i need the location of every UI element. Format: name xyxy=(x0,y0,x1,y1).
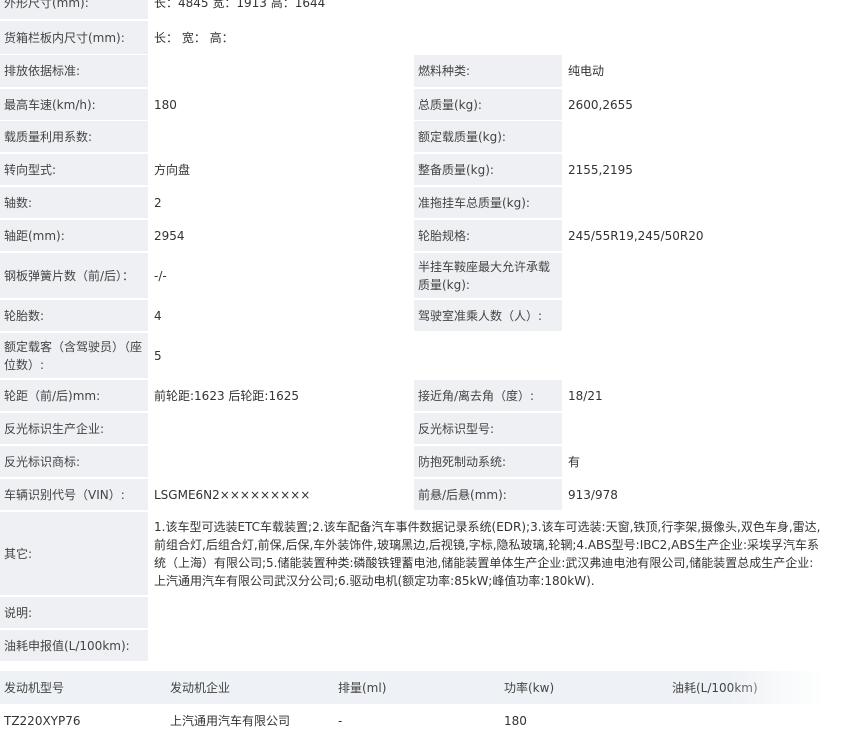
spec-label: 货箱栏板内尺寸(mm): xyxy=(0,21,148,54)
vehicle-spec-sheet: 外形尺寸(mm): 长：4845 宽：1913 高：1644 货箱栏板内尺寸(mm)… xyxy=(0,0,847,736)
spec-row: 轮距（前/后)mm: 前轮距:1623 后轮距:1625 接近角/离去角（度）: 18… xyxy=(0,380,847,413)
engine-cell: - xyxy=(334,705,500,736)
spec-value-2: 纯电动 xyxy=(562,55,847,87)
spec-label-2: 轮胎规格: xyxy=(414,220,562,251)
spec-row: 反光标识商标: 防抱死制动系统: 有 xyxy=(0,446,847,479)
spec-value: 1.该车型可选装ETC车载装置;2.该车配备汽车事件数据记录系统(EDR);3.… xyxy=(148,512,829,595)
spec-label: 载质量利用系数: xyxy=(0,121,148,152)
spec-value: 长： 宽： 高： xyxy=(148,21,829,54)
spec-value: 2 xyxy=(148,187,414,218)
spec-label: 反光标识商标: xyxy=(0,446,148,477)
spec-value-2: 2155,2195 xyxy=(562,154,847,185)
spec-label: 轴数: xyxy=(0,187,148,218)
spec-label-2: 整备质量(kg): xyxy=(414,154,562,185)
spec-value: 前轮距:1623 后轮距:1625 xyxy=(148,380,414,411)
spec-label: 车辆识别代号（VIN）: xyxy=(0,479,148,510)
spec-row: 钢板弹簧片数（前/后）： -/- 半挂车鞍座最大允许承载质量(kg): xyxy=(0,253,847,300)
spec-row: 货箱栏板内尺寸(mm): 长： 宽： 高： xyxy=(0,21,847,56)
spec-label-2: 防抱死制动系统: xyxy=(414,446,562,477)
spec-value xyxy=(148,121,414,152)
spec-label: 排放依据标准: xyxy=(0,55,148,87)
spec-label: 钢板弹簧片数（前/后）： xyxy=(0,253,148,298)
spec-value-2 xyxy=(562,253,847,298)
spec-value: LSGME6N2××××××××× xyxy=(148,479,414,510)
spec-value xyxy=(148,413,414,444)
spec-value: 方向盘 xyxy=(148,154,414,185)
spec-row: 最高车速(km/h): 180 总质量(kg): 2600,2655 xyxy=(0,89,847,122)
engine-header-cell: 发动机企业 xyxy=(170,680,231,695)
spec-label: 轮距（前/后)mm: xyxy=(0,380,148,411)
spec-value-2: 2600,2655 xyxy=(562,89,847,120)
spec-row: 轮胎数: 4 驾驶室准乘人数（人）: xyxy=(0,300,847,333)
spec-row: 轴距(mm): 2954 轮胎规格: 245/55R19,245/50R20 xyxy=(0,220,847,253)
spec-value: 长：4845 宽：1913 高：1644 xyxy=(148,0,829,19)
spec-label: 反光标识生产企业: xyxy=(0,413,148,444)
spec-label: 转向型式: xyxy=(0,154,148,185)
spec-value-2 xyxy=(562,121,847,152)
spec-value-2: 有 xyxy=(562,446,847,477)
spec-label-2: 总质量(kg): xyxy=(414,89,562,120)
spec-value-2 xyxy=(562,413,847,444)
spec-label: 轮胎数: xyxy=(0,300,148,331)
spec-row: 说明: xyxy=(0,597,847,630)
spec-value: 180 xyxy=(148,89,414,120)
engine-table-header: 发动机型号 发动机企业 排量(ml) 功率(kw) 油耗(L/100km) xyxy=(0,671,847,704)
engine-header-cell: 功率(kw) xyxy=(504,680,555,695)
spec-row: 反光标识生产企业: 反光标识型号: xyxy=(0,413,847,446)
spec-label: 额定载客（含驾驶员）（座位数）: xyxy=(0,333,148,378)
spec-row: 外形尺寸(mm): 长：4845 宽：1913 高：1644 xyxy=(0,0,847,21)
spec-value: 2954 xyxy=(148,220,414,251)
spec-value: 4 xyxy=(148,300,414,331)
spec-value-2 xyxy=(562,187,847,218)
spec-label: 说明: xyxy=(0,597,148,628)
spec-label-2: 半挂车鞍座最大允许承载质量(kg): xyxy=(414,253,562,298)
engine-cell: TZ220XYP76 xyxy=(0,705,166,736)
spec-label: 其它: xyxy=(0,512,148,595)
spec-value: 5 xyxy=(148,333,829,378)
spec-row: 载质量利用系数: 额定载质量(kg): xyxy=(0,121,847,154)
spec-value-2: 18/21 xyxy=(562,380,847,411)
spec-label-2: 前悬/后悬(mm): xyxy=(414,479,562,510)
engine-cell: 180 xyxy=(500,705,668,736)
spec-label-2: 额定载质量(kg): xyxy=(414,121,562,152)
spec-row: 排放依据标准: 燃料种类: 纯电动 xyxy=(0,55,847,89)
spec-label: 油耗申报值(L/100km): xyxy=(0,630,148,661)
engine-table-row: TZ220XYP76 上汽通用汽车有限公司 -180 xyxy=(0,705,847,736)
spec-row: 其它: 1.该车型可选装ETC车载装置;2.该车配备汽车事件数据记录系统(EDR)… xyxy=(0,512,847,597)
spec-label: 外形尺寸(mm): xyxy=(0,0,148,19)
spec-value-2: 913/978 xyxy=(562,479,847,510)
spec-label-2: 驾驶室准乘人数（人）: xyxy=(414,300,562,331)
spec-label-2: 接近角/离去角（度）: xyxy=(414,380,562,411)
spec-row: 车辆识别代号（VIN）: LSGME6N2××××××××× 前悬/后悬(mm): 9… xyxy=(0,479,847,512)
spec-label-2: 燃料种类: xyxy=(414,55,562,87)
spec-value-2: 245/55R19,245/50R20 xyxy=(562,220,847,251)
spec-row: 转向型式: 方向盘 整备质量(kg): 2155,2195 xyxy=(0,154,847,187)
spec-label-2: 准拖挂车总质量(kg): xyxy=(414,187,562,218)
engine-header-cell: 排量(ml) xyxy=(338,680,387,695)
spec-value-2 xyxy=(562,300,847,331)
spec-row: 轴数: 2 准拖挂车总质量(kg): xyxy=(0,187,847,220)
engine-cell: 上汽通用汽车有限公司 xyxy=(166,705,334,736)
spec-row: 额定载客（含驾驶员）（座位数）: 5 xyxy=(0,333,847,380)
spec-label: 轴距(mm): xyxy=(0,220,148,251)
spec-value xyxy=(148,630,829,661)
spec-value xyxy=(148,597,829,628)
spec-label-2: 反光标识型号: xyxy=(414,413,562,444)
spec-value: -/- xyxy=(148,253,414,298)
engine-cell xyxy=(668,705,847,736)
spec-value xyxy=(148,55,414,87)
spec-label: 最高车速(km/h): xyxy=(0,89,148,120)
header-edge-fade xyxy=(727,671,847,704)
engine-header-cell: 发动机型号 xyxy=(4,680,65,695)
spec-row: 油耗申报值(L/100km): xyxy=(0,630,847,663)
spec-value xyxy=(148,446,414,477)
